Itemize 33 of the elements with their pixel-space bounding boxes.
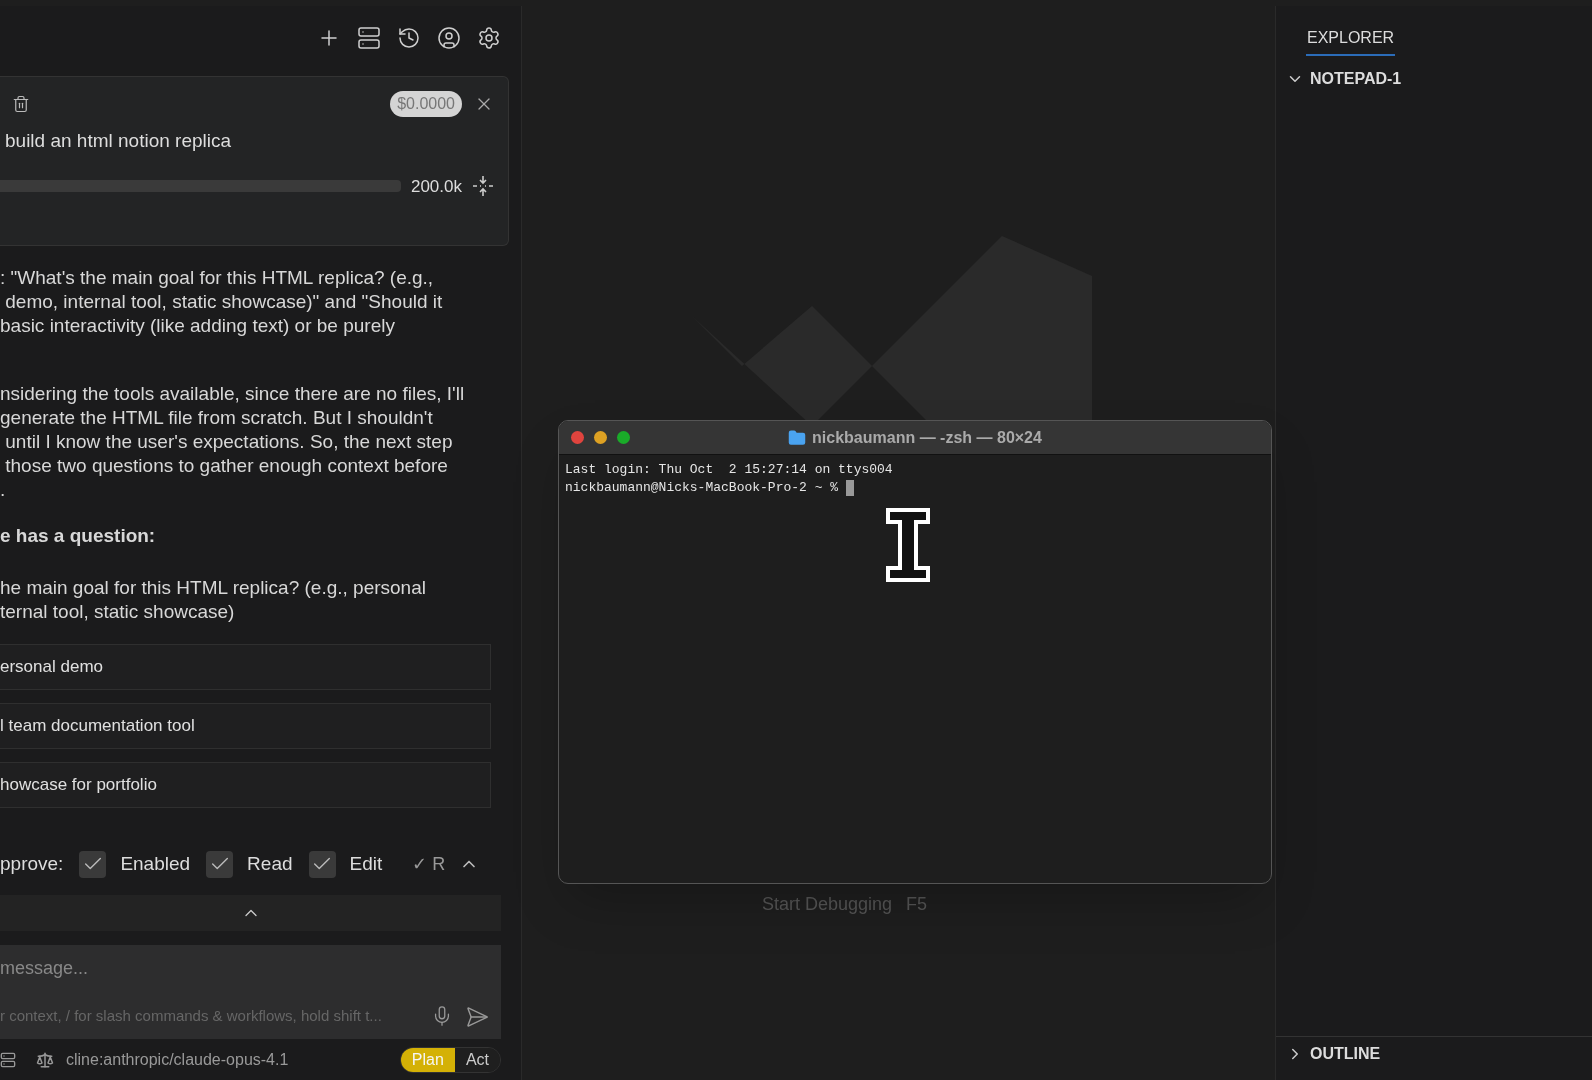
message-input[interactable]: message... r context, / for slash commands & workflows, hold shift t... [0,944,501,1039]
section-header[interactable]: OUTLINE [1310,1041,1381,1066]
question-heading: e has a question: [0,524,157,548]
window-title: nickbaumann — -zsh — 80×24 [812,427,1042,448]
checkbox-label: Edit [349,852,383,876]
option-button[interactable]: ersonal demo [0,644,491,690]
message-line: generate the HTML file from scratch. But I shouldn't [0,406,434,430]
question-line: ternal tool, static showcase) [0,600,236,624]
message-line: those two questions to gather enough context before [4,454,449,478]
terminal-line: Last login: Thu Oct 2 15:27:14 on ttys004 [565,461,894,479]
cost-badge: $0.0000 [390,91,462,117]
question-line: he main goal for this HTML replica? (e.g., personal [0,576,427,600]
message-line: basic interactivity (like adding text) or be purely [0,314,396,338]
approve-summary: ✓ R [412,852,446,876]
auto-approve-label: pprove: [0,852,64,876]
input-hint: r context, / for slash commands & workflows, hold shift t... [0,1006,382,1027]
checkbox-label: Read [247,852,293,876]
option-button[interactable]: l team documentation tool [0,703,491,749]
message-line: demo, internal tool, static showcase)" and "Should it [4,290,444,314]
message-line: . [0,478,7,502]
sidebar-tab[interactable]: EXPLORER [1306,26,1396,56]
message-line: nsidering the tools available, since there are no files, I'll [0,382,466,406]
message-line: until I know the user's expectations. So, the next step [4,430,454,454]
task-title: build an html notion replica [5,129,233,153]
message-line: : "What's the main goal for this HTML replica? (e.g., [0,266,435,290]
input-placeholder: message... [0,956,90,980]
section-header[interactable]: NOTEPAD-1 [1310,67,1402,91]
checkbox-label: Enabled [120,852,191,876]
option-button[interactable]: howcase for portfolio [0,762,491,808]
terminal-prompt: nickbaumann@Nicks-MacBook-Pro-2 ~ % [565,479,839,497]
mode-tab[interactable]: Act [454,1047,500,1072]
context-limit: 200.0k [410,175,462,198]
model-name[interactable]: cline:anthropic/claude-opus-4.1 [66,1047,289,1072]
